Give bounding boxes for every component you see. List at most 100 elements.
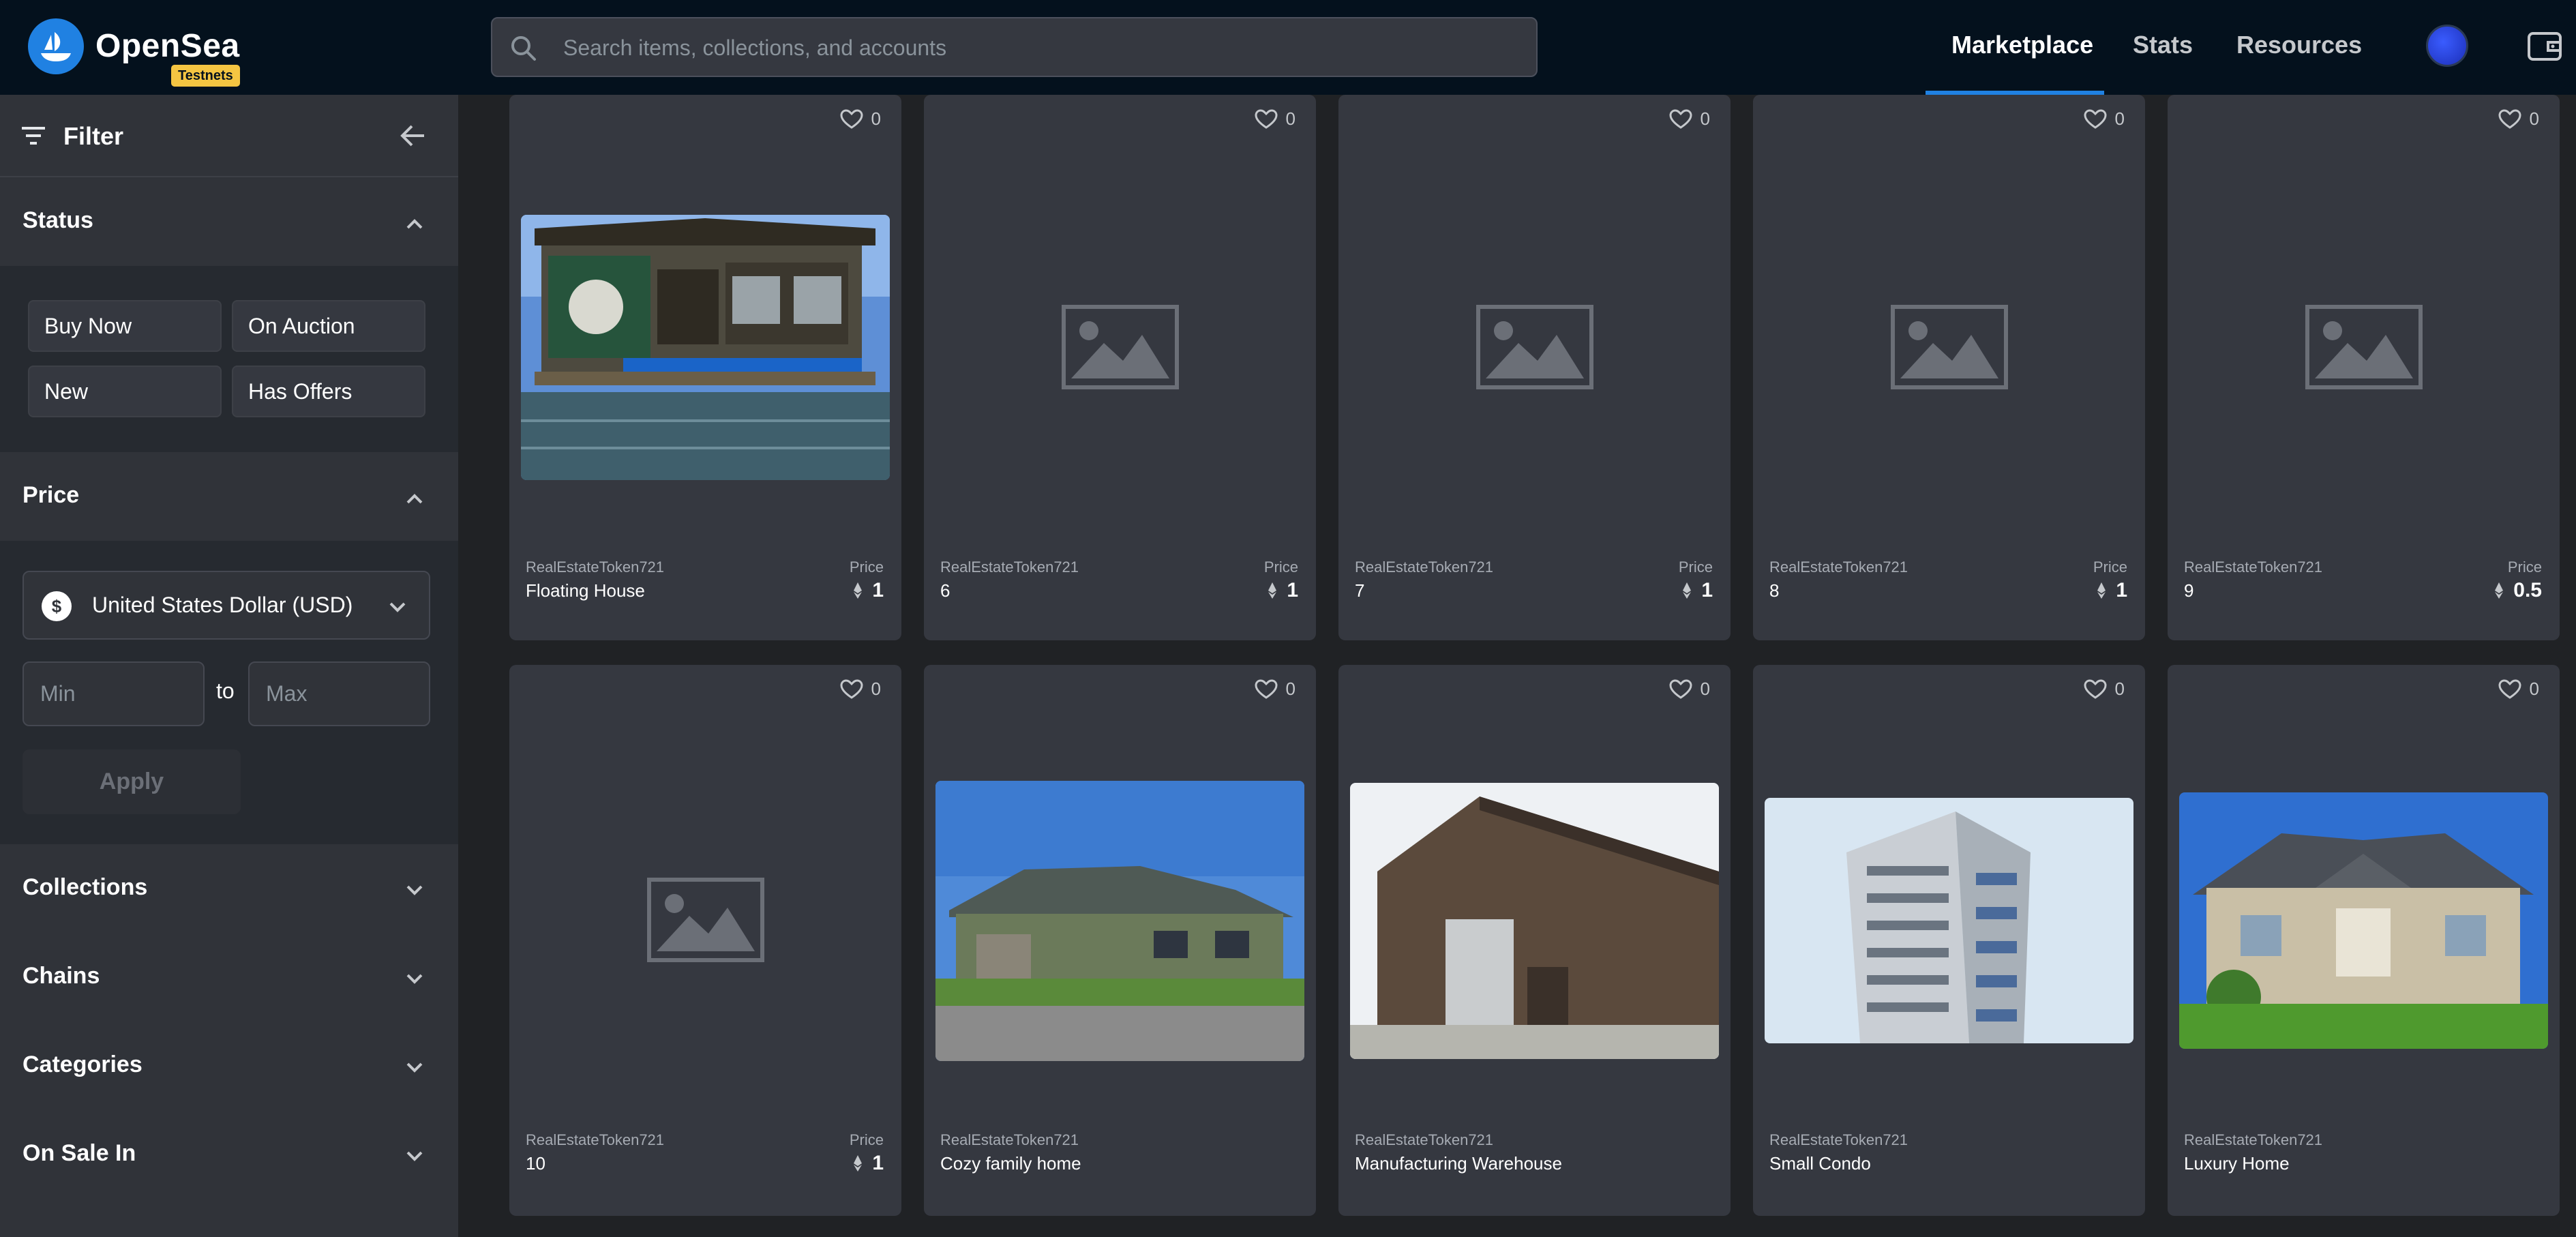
chevron-down-icon [402, 967, 427, 995]
houseboat-image [521, 215, 890, 480]
status-section-header[interactable]: Status [0, 177, 458, 266]
collection-name: RealEstateToken721 [526, 1131, 665, 1148]
like-count: 0 [1285, 679, 1296, 699]
eth-icon [1268, 582, 1277, 599]
price-label: Price [2507, 558, 2542, 576]
on-sale-in-title: On Sale In [23, 1140, 136, 1166]
warehouse-image [1350, 783, 1719, 1059]
chevron-down-icon [402, 878, 427, 906]
image-placeholder-icon [647, 878, 764, 962]
favorite-button[interactable]: 0 [2084, 679, 2125, 700]
asset-card[interactable]: 0 RealEstateToken721 Small Condo [1753, 665, 2145, 1216]
asset-name: Cozy family home [940, 1153, 1081, 1174]
asset-name: 10 [526, 1153, 545, 1174]
categories-section-header[interactable]: Categories [0, 1022, 458, 1110]
eth-icon [2097, 582, 2106, 599]
collection-name: RealEstateToken721 [1769, 1131, 1908, 1148]
price-value: 1 [1682, 579, 1713, 602]
to-label: to [216, 679, 235, 703]
like-count: 0 [1700, 679, 1710, 699]
favorite-button[interactable]: 0 [2498, 108, 2539, 130]
wallet-icon[interactable] [2526, 27, 2564, 69]
asset-name: 9 [2184, 580, 2194, 601]
collections-title: Collections [23, 874, 148, 900]
price-value: 1 [2097, 579, 2127, 602]
collection-name: RealEstateToken721 [940, 558, 1079, 576]
status-title: Status [23, 207, 93, 233]
price-value: 0.5 [2494, 579, 2542, 602]
favorite-button[interactable]: 0 [1255, 108, 1296, 130]
collection-name: RealEstateToken721 [1355, 558, 1494, 576]
collections-section-header[interactable]: Collections [0, 844, 458, 933]
like-count: 0 [2114, 108, 2125, 129]
like-count: 0 [871, 108, 881, 129]
asset-card[interactable]: 0 RealEstateToken721 Luxury Home [2168, 665, 2560, 1216]
asset-card[interactable]: 0 RealEstateToken721 7 Price 1 [1338, 95, 1731, 640]
collection-name: RealEstateToken721 [2184, 1131, 2323, 1148]
on-sale-in-section-header[interactable]: On Sale In [0, 1110, 458, 1199]
brand-name[interactable]: OpenSea [95, 27, 240, 65]
asset-card[interactable]: 0 RealEstateToken721 10 Price 1 [509, 665, 901, 1216]
favorite-button[interactable]: 0 [1669, 108, 1710, 130]
collapse-sidebar-arrow-icon[interactable] [398, 121, 428, 154]
price-amount: 1 [872, 1152, 884, 1174]
asset-card[interactable]: 0 RealEstateToken721 6 Price 1 [924, 95, 1316, 640]
favorite-button[interactable]: 0 [1669, 679, 1710, 700]
price-min-input[interactable]: Min [23, 661, 205, 726]
chevron-down-icon [385, 595, 410, 623]
price-amount: 1 [1701, 579, 1713, 601]
eth-icon [854, 1155, 863, 1172]
favorite-button[interactable]: 0 [2084, 108, 2125, 130]
price-label: Price [849, 558, 884, 576]
chains-section-header[interactable]: Chains [0, 933, 458, 1022]
filter-header[interactable]: Filter [0, 95, 458, 177]
chevron-up-icon [402, 486, 427, 514]
heart-icon [2084, 679, 2107, 699]
asset-card[interactable]: 0 RealEstateToken721 Cozy family home [924, 665, 1316, 1216]
asset-card[interactable]: 0 RealEstateToken721 9 Price 0.5 [2168, 95, 2560, 640]
price-title: Price [23, 482, 80, 508]
heart-icon [840, 679, 863, 699]
favorite-button[interactable]: 0 [840, 679, 881, 700]
currency-select[interactable]: $ United States Dollar (USD) [23, 571, 430, 640]
chevron-down-icon [402, 1056, 427, 1084]
status-has-offers-button[interactable]: Has Offers [232, 366, 425, 417]
price-section-header[interactable]: Price [0, 452, 458, 541]
price-amount: 0.5 [2513, 579, 2542, 601]
price-label: Price [2093, 558, 2127, 576]
asset-card[interactable]: 0 RealEstateToken721 Manufacturing Wareh… [1338, 665, 1731, 1216]
price-label: Price [1263, 558, 1298, 576]
status-buy-now-button[interactable]: Buy Now [28, 300, 222, 352]
search-bar[interactable] [491, 17, 1538, 77]
heart-icon [840, 108, 863, 129]
status-new-button[interactable]: New [28, 366, 222, 417]
favorite-button[interactable]: 0 [1255, 679, 1296, 700]
heart-icon [1255, 108, 1278, 129]
like-count: 0 [2529, 679, 2539, 699]
dollar-icon: $ [42, 591, 72, 621]
image-placeholder-icon [1062, 305, 1179, 389]
favorite-button[interactable]: 0 [2498, 679, 2539, 700]
family-home-image [935, 781, 1304, 1061]
search-input[interactable] [563, 31, 1518, 65]
filter-sidebar: Filter Status Buy Now On Auction New Has… [0, 95, 458, 1237]
asset-name: Floating House [526, 580, 645, 601]
opensea-logo-icon[interactable] [28, 18, 84, 74]
nav-stats[interactable]: Stats [2133, 31, 2193, 59]
price-max-input[interactable]: Max [248, 661, 430, 726]
asset-card[interactable]: 0 RealEstateToken721 8 Price 1 [1753, 95, 2145, 640]
asset-card[interactable]: 0 RealEstateToken721 Floating House Pric… [509, 95, 901, 640]
nav-marketplace[interactable]: Marketplace [1951, 31, 2093, 59]
collection-name: RealEstateToken721 [940, 1131, 1079, 1148]
apply-button[interactable]: Apply [23, 749, 241, 814]
avatar[interactable] [2426, 25, 2468, 67]
chevron-up-icon [402, 211, 427, 239]
categories-title: Categories [23, 1052, 143, 1077]
like-count: 0 [2114, 679, 2125, 699]
favorite-button[interactable]: 0 [840, 108, 881, 130]
status-options: Buy Now On Auction New Has Offers [0, 266, 458, 452]
price-amount: 1 [1287, 579, 1298, 601]
status-on-auction-button[interactable]: On Auction [232, 300, 425, 352]
nav-resources[interactable]: Resources [2236, 31, 2362, 59]
collection-name: RealEstateToken721 [1355, 1131, 1494, 1148]
